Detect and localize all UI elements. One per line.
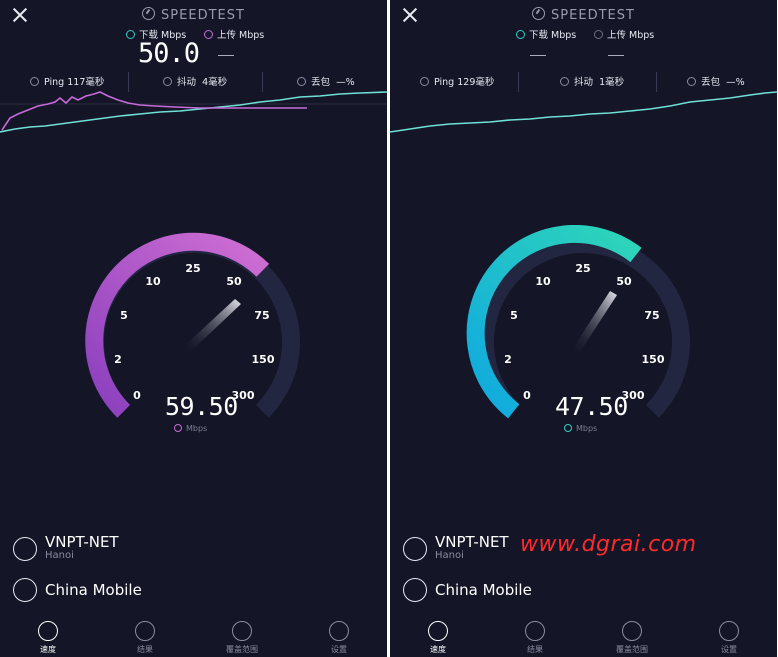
jitter-icon (560, 77, 569, 86)
gauge-tick-label: 25 (575, 262, 590, 275)
upload-value-dash (218, 55, 234, 56)
download-history-line (0, 91, 387, 133)
gauge-tick-label: 75 (254, 309, 269, 322)
current-speed-reading: 47.50 (555, 392, 628, 421)
current-speed-reading: 59.50 (165, 392, 238, 421)
download-history-line (390, 91, 777, 133)
gear-icon (329, 621, 349, 641)
server-location: Hanoi (435, 550, 464, 561)
download-label: 下载 Mbps (529, 30, 577, 41)
globe-icon (13, 537, 37, 561)
jitter-icon (163, 77, 172, 86)
gauge-tick-label: 10 (145, 275, 161, 288)
tab-settings[interactable]: 设置 (699, 609, 759, 655)
gauge-tick-label: 2 (114, 353, 122, 366)
tab-label: 速度 (40, 645, 56, 654)
server-name: VNPT-NET (45, 533, 119, 551)
gauge-tick-label: 0 (133, 389, 141, 402)
gauge-needle (571, 291, 617, 355)
tab-label: 覆盖范围 (616, 645, 648, 654)
bottom-tab-bar: 速度 结果 覆盖范围 设置 (0, 609, 387, 657)
tab-label: 设置 (331, 645, 347, 654)
download-arrow-icon (126, 30, 135, 39)
loss-icon (297, 77, 306, 86)
gauge-tick-label: 50 (226, 275, 242, 288)
server-location: Hanoi (45, 550, 74, 561)
wifi-icon (403, 578, 427, 602)
app-title-text: SPEEDTEST (161, 8, 245, 23)
ping-icon (420, 77, 429, 86)
download-arrow-icon (516, 30, 525, 39)
check-circle-icon (135, 621, 155, 641)
speed-unit: Mbps (564, 424, 597, 433)
globe-icon (403, 537, 427, 561)
download-arrow-icon (564, 424, 572, 432)
loss-icon (687, 77, 696, 86)
gauge-progress-arc (466, 225, 642, 419)
speedtest-logo-icon (142, 7, 156, 20)
tab-label: 速度 (430, 645, 446, 654)
upload-legend: 上传 Mbps (594, 27, 654, 41)
tab-settings[interactable]: 设置 (309, 609, 369, 655)
upload-label: 上传 Mbps (217, 30, 265, 41)
gear-icon (719, 621, 739, 641)
gauge-tick-label: 2 (504, 353, 512, 366)
gauge-tick-label: 50 (616, 275, 632, 288)
tab-speed[interactable]: 速度 (18, 609, 78, 655)
server-name: VNPT-NET (435, 533, 509, 551)
upload-arrow-icon (174, 424, 182, 432)
upload-value-dash (608, 55, 624, 56)
bottom-tab-bar: 速度 结果 覆盖范围 设置 (390, 609, 777, 657)
speedtest-panel-download: SPEEDTEST 下载 Mbps 上传 Mbps Ping 129毫秒 抖动 … (390, 0, 777, 657)
gauge-progress-arc (85, 232, 270, 418)
gauge-tick-label: 150 (642, 353, 665, 366)
download-value: 50.0 (138, 38, 200, 69)
ping-icon (30, 77, 39, 86)
tab-speed[interactable]: 速度 (408, 609, 468, 655)
gauge-tick-label: 150 (252, 353, 275, 366)
app-title-text: SPEEDTEST (551, 8, 635, 23)
tab-coverage[interactable]: 覆盖范围 (212, 609, 272, 655)
upload-legend: 上传 Mbps (204, 27, 264, 41)
map-pin-icon (622, 621, 642, 641)
speed-unit-label: Mbps (186, 424, 208, 433)
gauge-tick-label: 5 (510, 309, 518, 322)
tab-label: 覆盖范围 (226, 645, 258, 654)
gauge-tick-label: 0 (523, 389, 531, 402)
app-title: SPEEDTEST (0, 7, 387, 23)
speed-history-graph (0, 91, 387, 133)
tab-results[interactable]: 结果 (115, 609, 175, 655)
carrier-name: China Mobile (435, 581, 532, 599)
gauge-tick-label: 75 (644, 309, 659, 322)
speedtest-panel-upload: SPEEDTEST 下载 Mbps 上传 Mbps 50.0 Ping 117毫… (0, 0, 387, 657)
map-pin-icon (232, 621, 252, 641)
tab-results[interactable]: 结果 (505, 609, 565, 655)
speed-history-graph (390, 91, 777, 133)
upload-arrow-icon (204, 30, 213, 39)
upload-label: 上传 Mbps (607, 30, 655, 41)
upload-arrow-icon (594, 30, 603, 39)
watermark-text: www.dgrai.com (520, 532, 697, 557)
speed-unit: Mbps (174, 424, 207, 433)
wifi-icon (13, 578, 37, 602)
tab-coverage[interactable]: 覆盖范围 (602, 609, 662, 655)
gauge-needle (182, 299, 241, 354)
tab-label: 结果 (527, 645, 543, 654)
carrier-name: China Mobile (45, 581, 142, 599)
gauge-tick-label: 5 (120, 309, 128, 322)
gauge-tick-label: 10 (535, 275, 551, 288)
download-legend: 下载 Mbps (516, 27, 576, 41)
tab-label: 设置 (721, 645, 737, 654)
gauge-tick-label: 25 (185, 262, 200, 275)
app-title: SPEEDTEST (390, 7, 777, 23)
upload-history-line (1, 91, 307, 131)
speedtest-logo-icon (532, 7, 546, 20)
speedometer-icon (428, 621, 448, 641)
download-value-dash (530, 55, 546, 56)
tab-label: 结果 (137, 645, 153, 654)
screenshot-composite: SPEEDTEST 下载 Mbps 上传 Mbps 50.0 Ping 117毫… (0, 0, 778, 657)
speedometer-icon (38, 621, 58, 641)
check-circle-icon (525, 621, 545, 641)
speed-unit-label: Mbps (576, 424, 598, 433)
